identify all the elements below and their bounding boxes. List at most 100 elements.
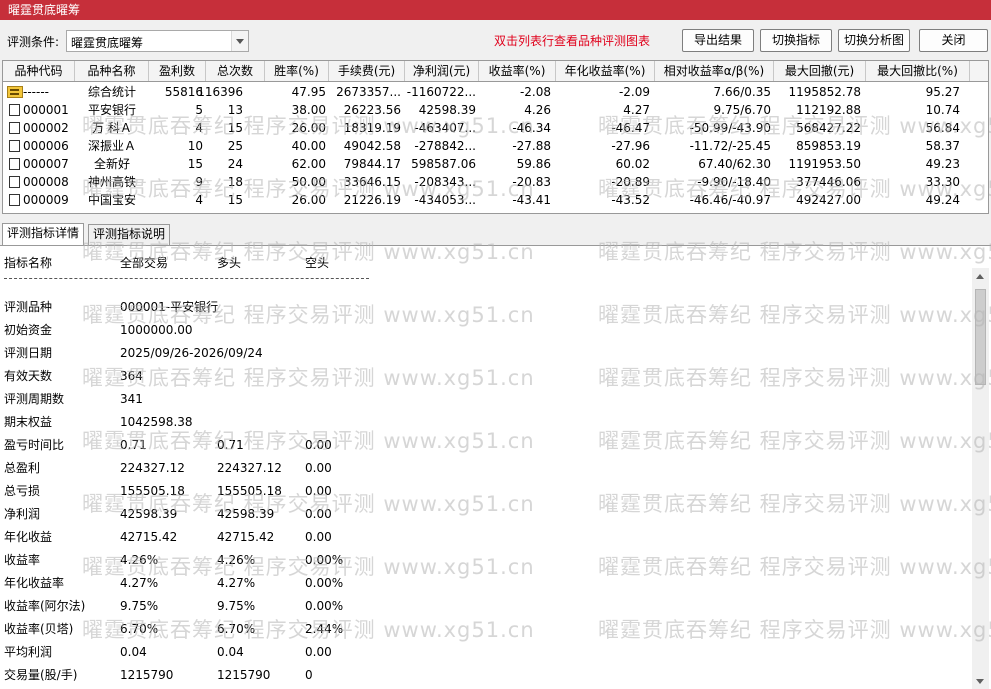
row-win: 15 xyxy=(187,157,203,171)
row-profit: 598587.06 xyxy=(411,157,476,171)
row-ret: 59.86 xyxy=(516,157,551,171)
row-annual: -46.47 xyxy=(611,121,650,135)
row-fee: 33646.15 xyxy=(343,175,401,189)
document-icon xyxy=(9,158,20,170)
detail-value-long: 9.75% xyxy=(217,599,256,613)
column-header[interactable]: 手续费(元) xyxy=(329,61,405,81)
detail-value-short: 0.00 xyxy=(305,645,332,659)
table-row[interactable]: 000007 全新好 15 24 62.00 79844.17 598587.06 59.86… xyxy=(3,155,988,173)
detail-header-short: 空头 xyxy=(305,256,330,270)
column-header[interactable]: 品种代码 xyxy=(3,61,75,81)
row-rel: 67.40/62.30 xyxy=(698,157,771,171)
table-row[interactable]: 000006 深振业Ａ 10 25 40.00 49042.58 -278842... -27… xyxy=(3,137,988,155)
table-row[interactable]: 000002 万 科Ａ 4 15 26.00 18319.19 -463407... -46.… xyxy=(3,119,988,137)
detail-value-all: 000001-平安银行 xyxy=(120,300,219,314)
row-code: 000007 xyxy=(23,157,69,171)
chevron-down-icon[interactable] xyxy=(231,31,248,51)
detail-scrollbar[interactable] xyxy=(972,268,989,689)
tab-indicator-details[interactable]: 评测指标详情 xyxy=(2,223,85,246)
table-row[interactable]: 000009 中国宝安 4 15 26.00 21226.19 -434053... -43.… xyxy=(3,191,988,209)
scroll-thumb[interactable] xyxy=(975,289,986,385)
detail-row: 盈亏时间比 0.71 0.71 0.00 xyxy=(0,436,970,454)
detail-value-short: 2.44% xyxy=(305,622,344,636)
detail-header-label: 指标名称 xyxy=(4,256,53,270)
column-header[interactable]: 年化收益率(%) xyxy=(556,61,655,81)
row-dd: 1195852.78 xyxy=(788,85,861,99)
detail-value-all: 6.70% xyxy=(120,622,159,636)
column-header[interactable]: 净利润(元) xyxy=(405,61,479,81)
row-fee: 26223.56 xyxy=(343,103,401,117)
detail-header-all: 全部交易 xyxy=(120,256,169,270)
column-header[interactable]: 最大回撤比(%) xyxy=(866,61,970,81)
row-dd: 377446.06 xyxy=(796,175,861,189)
scroll-up-icon[interactable] xyxy=(972,268,989,285)
detail-row: 收益率(贝塔) 6.70% 6.70% 2.44% xyxy=(0,620,970,638)
row-rate: 50.00 xyxy=(291,175,326,189)
row-rate: 26.00 xyxy=(291,193,326,207)
column-header[interactable]: 相对收益率α/β(%) xyxy=(655,61,774,81)
detail-label: 初始资金 xyxy=(4,323,53,337)
detail-label: 净利润 xyxy=(4,507,41,521)
detail-value-all: 1000000.00 xyxy=(120,323,193,337)
table-row[interactable]: ------ 综合统计 55816 116396 47.95 2673357... -116… xyxy=(3,83,988,101)
row-rate: 26.00 xyxy=(291,121,326,135)
column-header[interactable]: 胜率(%) xyxy=(265,61,329,81)
detail-label: 评测周期数 xyxy=(4,392,65,406)
row-profit: -434053... xyxy=(414,193,476,207)
column-header[interactable]: 收益率(%) xyxy=(479,61,556,81)
condition-select-value: 曜霆贯底曜筹 xyxy=(71,36,144,50)
row-rel: 9.75/6.70 xyxy=(713,103,771,117)
row-name: 综合统计 xyxy=(87,85,136,99)
table-row[interactable]: 000001 平安银行 5 13 38.00 26223.56 42598.39 4.26 4.… xyxy=(3,101,988,119)
row-total: 13 xyxy=(227,103,243,117)
folder-icon xyxy=(7,86,23,98)
row-total: 116396 xyxy=(197,85,243,99)
row-win: 4 xyxy=(195,193,203,207)
detail-label: 总盈利 xyxy=(4,461,41,475)
detail-row: 期末权益 1042598.38 xyxy=(0,413,970,431)
detail-row: 初始资金 1000000.00 xyxy=(0,321,970,339)
column-header[interactable]: 盈利数 xyxy=(149,61,206,81)
detail-label: 期末权益 xyxy=(4,415,53,429)
detail-label: 平均利润 xyxy=(4,645,53,659)
detail-row: 评测品种 000001-平安银行 xyxy=(0,298,970,316)
detail-value-long: 4.26% xyxy=(217,553,256,567)
row-code: 000008 xyxy=(23,175,69,189)
detail-row: 年化收益率 4.27% 4.27% 0.00% xyxy=(0,574,970,592)
detail-panel: 指标名称 全部交易 多头 空头 评测品种 000001-平安银行初始资金 10000… xyxy=(0,245,991,689)
detail-row: 总盈利 224327.12 224327.12 0.00 xyxy=(0,459,970,477)
document-icon xyxy=(9,140,20,152)
column-header[interactable]: 最大回撤(元) xyxy=(774,61,866,81)
detail-label: 总亏损 xyxy=(4,484,41,498)
tab-indicator-explanation[interactable]: 评测指标说明 xyxy=(88,224,171,245)
switch-indicator-button[interactable]: 切换指标 xyxy=(760,29,832,52)
row-rate: 62.00 xyxy=(291,157,326,171)
column-header[interactable]: 品种名称 xyxy=(75,61,149,81)
row-dd: 492427.00 xyxy=(796,193,861,207)
detail-value-long: 224327.12 xyxy=(217,461,282,475)
export-button[interactable]: 导出结果 xyxy=(682,29,754,52)
row-annual: -2.09 xyxy=(618,85,650,99)
row-code: 000009 xyxy=(23,193,69,207)
row-total: 15 xyxy=(227,121,243,135)
table-row[interactable]: 000008 神州高铁 9 18 50.00 33646.15 -208343... -20.… xyxy=(3,173,988,191)
window-title: 曜霆贯底曜筹 xyxy=(0,0,991,20)
row-ret: 4.26 xyxy=(524,103,551,117)
row-name: 平安银行 xyxy=(87,103,136,117)
row-ret: -2.08 xyxy=(519,85,551,99)
row-dd: 568427.22 xyxy=(796,121,861,135)
detail-label: 盈亏时间比 xyxy=(4,438,65,452)
detail-row: 交易量(股/手) 1215790 1215790 0 xyxy=(0,666,970,684)
detail-value-long: 42598.39 xyxy=(217,507,275,521)
close-button[interactable]: 关闭 xyxy=(919,29,988,52)
column-header[interactable]: 总次数 xyxy=(206,61,265,81)
condition-select[interactable]: 曜霆贯底曜筹 xyxy=(66,30,249,52)
row-name: 全新好 xyxy=(93,157,130,171)
row-win: 4 xyxy=(195,121,203,135)
row-rel: -9.90/-18.40 xyxy=(697,175,771,189)
detail-value-all: 42598.39 xyxy=(120,507,178,521)
switch-chart-button[interactable]: 切换分析图 xyxy=(838,29,910,52)
scroll-down-icon[interactable] xyxy=(972,673,989,689)
detail-header-row: 指标名称 全部交易 多头 空头 xyxy=(0,254,970,272)
row-win: 10 xyxy=(187,139,203,153)
